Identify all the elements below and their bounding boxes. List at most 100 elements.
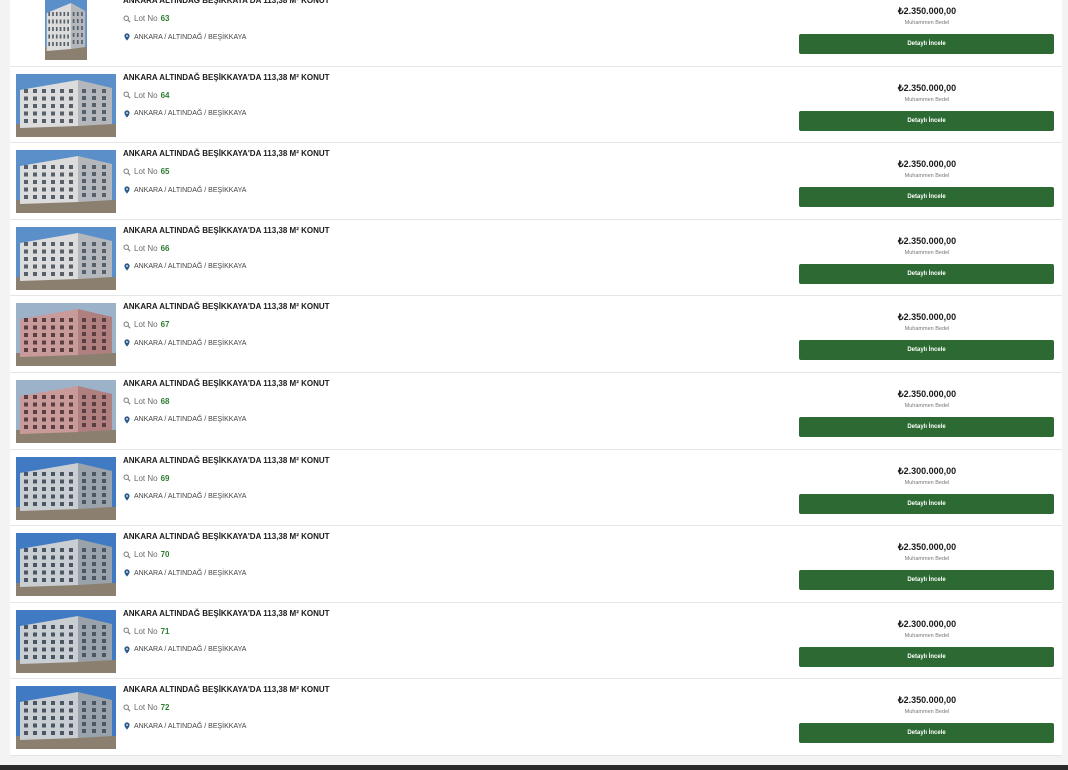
- location-info: ANKARA / ALTINDAĞ / BEŞİKKAYA: [123, 722, 246, 730]
- location-text: ANKARA / ALTINDAĞ / BEŞİKKAYA: [134, 33, 247, 41]
- lot-label: Lot No: [134, 703, 158, 713]
- details-button[interactable]: Detaylı İncele: [799, 187, 1054, 208]
- lot-label: Lot No: [134, 473, 158, 483]
- map-pin-icon: [123, 109, 131, 118]
- listing-card: ANKARA ALTINDAĞ BEŞİKKAYA'DA 113,38 M² K…: [10, 372, 1062, 450]
- listing-card: ANKARA ALTINDAĞ BEŞİKKAYA'DA 113,38 M² K…: [10, 296, 1062, 373]
- property-photo[interactable]: [16, 456, 116, 520]
- lot-number: 63: [160, 14, 170, 23]
- lot-label: Lot No: [134, 396, 158, 406]
- map-pin-icon: [123, 263, 131, 271]
- price: ₺2.350.000,00: [897, 542, 957, 553]
- price-label: Muhammen Bedel: [904, 20, 950, 26]
- lot-label: Lot No: [134, 167, 158, 177]
- details-button[interactable]: Detaylı İncele: [799, 263, 1054, 284]
- location-text: ANKARA / ALTINDAĞ / BEŞİKKAYA: [134, 722, 247, 730]
- search-icon: [123, 627, 131, 635]
- price-label: Muhammen Bedel: [904, 326, 950, 333]
- lot-number: 66: [160, 243, 170, 253]
- details-button[interactable]: Detaylı İncele: [799, 570, 1054, 591]
- location-info: ANKARA / ALTINDAĞ / BEŞİKKAYA: [123, 646, 246, 654]
- location-text: ANKARA / ALTINDAĞ / BEŞİKKAYA: [134, 416, 247, 424]
- details-button[interactable]: Detaylı İncele: [799, 34, 1054, 54]
- details-button[interactable]: Detaylı İncele: [799, 416, 1054, 437]
- listing-title[interactable]: ANKARA ALTINDAĞ BEŞİKKAYA'DA 113,38 M² K…: [123, 532, 330, 541]
- listing-card: ANKARA ALTINDAĞ BEŞİKKAYA'DA 113,38 M² K…: [10, 66, 1062, 144]
- location-info: ANKARA / ALTINDAĞ / BEŞİKKAYA: [123, 416, 246, 424]
- price: ₺2.350.000,00: [897, 82, 957, 93]
- location-info: ANKARA / ALTINDAĞ / BEŞİKKAYA: [123, 339, 246, 347]
- details-button[interactable]: Detaylı İncele: [799, 646, 1054, 667]
- location-text: ANKARA / ALTINDAĞ / BEŞİKKAYA: [134, 339, 247, 347]
- lot-info: Lot No 69: [123, 474, 169, 483]
- property-photo[interactable]: [16, 379, 116, 443]
- price: ₺2.300.000,00: [897, 618, 957, 629]
- price: ₺2.300.000,00: [897, 465, 957, 476]
- details-button[interactable]: Detaylı İncele: [799, 110, 1054, 131]
- search-icon: [123, 244, 131, 252]
- lot-info: Lot No 65: [123, 167, 169, 176]
- property-photo[interactable]: [16, 303, 116, 367]
- listing-title[interactable]: ANKARA ALTINDAĞ BEŞİKKAYA'DA 113,38 M² K…: [123, 149, 330, 158]
- price-label: Muhammen Bedel: [904, 479, 950, 486]
- property-photo[interactable]: [16, 73, 116, 137]
- price: ₺2.350.000,00: [897, 695, 957, 706]
- search-icon: [123, 168, 131, 176]
- listing-title[interactable]: ANKARA ALTINDAĞ BEŞİKKAYA'DA 113,38 M² K…: [123, 456, 330, 465]
- listing-title[interactable]: ANKARA ALTINDAĞ BEŞİKKAYA'DA 113,38 M² K…: [123, 0, 330, 5]
- price-label: Muhammen Bedel: [904, 173, 950, 180]
- property-photo[interactable]: [16, 533, 116, 597]
- location-text: ANKARA / ALTINDAĞ / BEŞİKKAYA: [134, 186, 247, 194]
- search-icon: [123, 397, 131, 406]
- location-text: ANKARA / ALTINDAĞ / BEŞİKKAYA: [134, 569, 247, 577]
- price-label: Muhammen Bedel: [904, 402, 950, 409]
- price: ₺2.350.000,00: [897, 6, 957, 16]
- property-photo[interactable]: [45, 0, 87, 60]
- lot-info: Lot No 66: [123, 244, 169, 253]
- price-label: Muhammen Bedel: [904, 632, 950, 639]
- lot-label: Lot No: [134, 320, 158, 330]
- location-text: ANKARA / ALTINDAĞ / BEŞİKKAYA: [134, 493, 247, 501]
- lot-number: 67: [160, 320, 170, 330]
- lot-info: Lot No 72: [123, 703, 169, 712]
- location-info: ANKARA / ALTINDAĞ / BEŞİKKAYA: [123, 33, 246, 41]
- price-label: Muhammen Bedel: [904, 249, 950, 256]
- listing-title[interactable]: ANKARA ALTINDAĞ BEŞİKKAYA'DA 113,38 M² K…: [123, 226, 330, 235]
- location-info: ANKARA / ALTINDAĞ / BEŞİKKAYA: [123, 492, 247, 501]
- price: ₺2.350.000,00: [897, 312, 957, 323]
- listing-card: ANKARA ALTINDAĞ BEŞİKKAYA'DA 113,38 M² K…: [10, 143, 1062, 220]
- map-pin-icon: [123, 722, 131, 730]
- property-photo[interactable]: [16, 686, 116, 750]
- listing-card: ANKARA ALTINDAĞ BEŞİKKAYA'DA 113,38 M² K…: [10, 449, 1062, 527]
- details-button[interactable]: Detaylı İncele: [799, 340, 1054, 361]
- map-pin-icon: [123, 569, 131, 577]
- property-photo[interactable]: [16, 609, 116, 673]
- lot-label: Lot No: [134, 243, 158, 253]
- location-text: ANKARA / ALTINDAĞ / BEŞİKKAYA: [134, 263, 247, 271]
- lot-info: Lot No 71: [123, 627, 169, 636]
- property-photo[interactable]: [16, 150, 116, 214]
- listing-title[interactable]: ANKARA ALTINDAĞ BEŞİKKAYA'DA 113,38 M² K…: [123, 609, 330, 618]
- map-pin-icon: [123, 186, 131, 194]
- search-icon: [123, 551, 131, 559]
- price-label: Muhammen Bedel: [904, 556, 950, 563]
- details-button[interactable]: Detaylı İncele: [799, 493, 1054, 514]
- location-info: ANKARA / ALTINDAĞ / BEŞİKKAYA: [123, 569, 246, 577]
- listing-title[interactable]: ANKARA ALTINDAĞ BEŞİKKAYA'DA 113,38 M² K…: [123, 73, 330, 82]
- bottom-bar: [0, 765, 1068, 770]
- property-photo[interactable]: [16, 226, 116, 290]
- price: ₺2.350.000,00: [897, 388, 957, 399]
- lot-info: Lot No 70: [123, 550, 169, 559]
- listing-title[interactable]: ANKARA ALTINDAĞ BEŞİKKAYA'DA 113,38 M² K…: [123, 302, 330, 311]
- details-button[interactable]: Detaylı İncele: [799, 723, 1054, 744]
- listing-card: ANKARA ALTINDAĞ BEŞİKKAYA'DA 113,38 M² K…: [10, 0, 1062, 67]
- lot-number: 72: [160, 703, 170, 713]
- listing-title[interactable]: ANKARA ALTINDAĞ BEŞİKKAYA'DA 113,38 M² K…: [123, 379, 330, 388]
- search-icon: [123, 474, 131, 482]
- listing-title[interactable]: ANKARA ALTINDAĞ BEŞİKKAYA'DA 113,38 M² K…: [123, 685, 330, 694]
- listing-list: ANKARA ALTINDAĞ BEŞİKKAYA'DA 113,38 M² K…: [10, 0, 1062, 756]
- lot-info: Lot No 63: [123, 14, 169, 23]
- location-text: ANKARA / ALTINDAĞ / BEŞİKKAYA: [134, 646, 247, 654]
- location-info: ANKARA / ALTINDAĞ / BEŞİKKAYA: [123, 263, 246, 271]
- lot-number: 71: [160, 626, 170, 636]
